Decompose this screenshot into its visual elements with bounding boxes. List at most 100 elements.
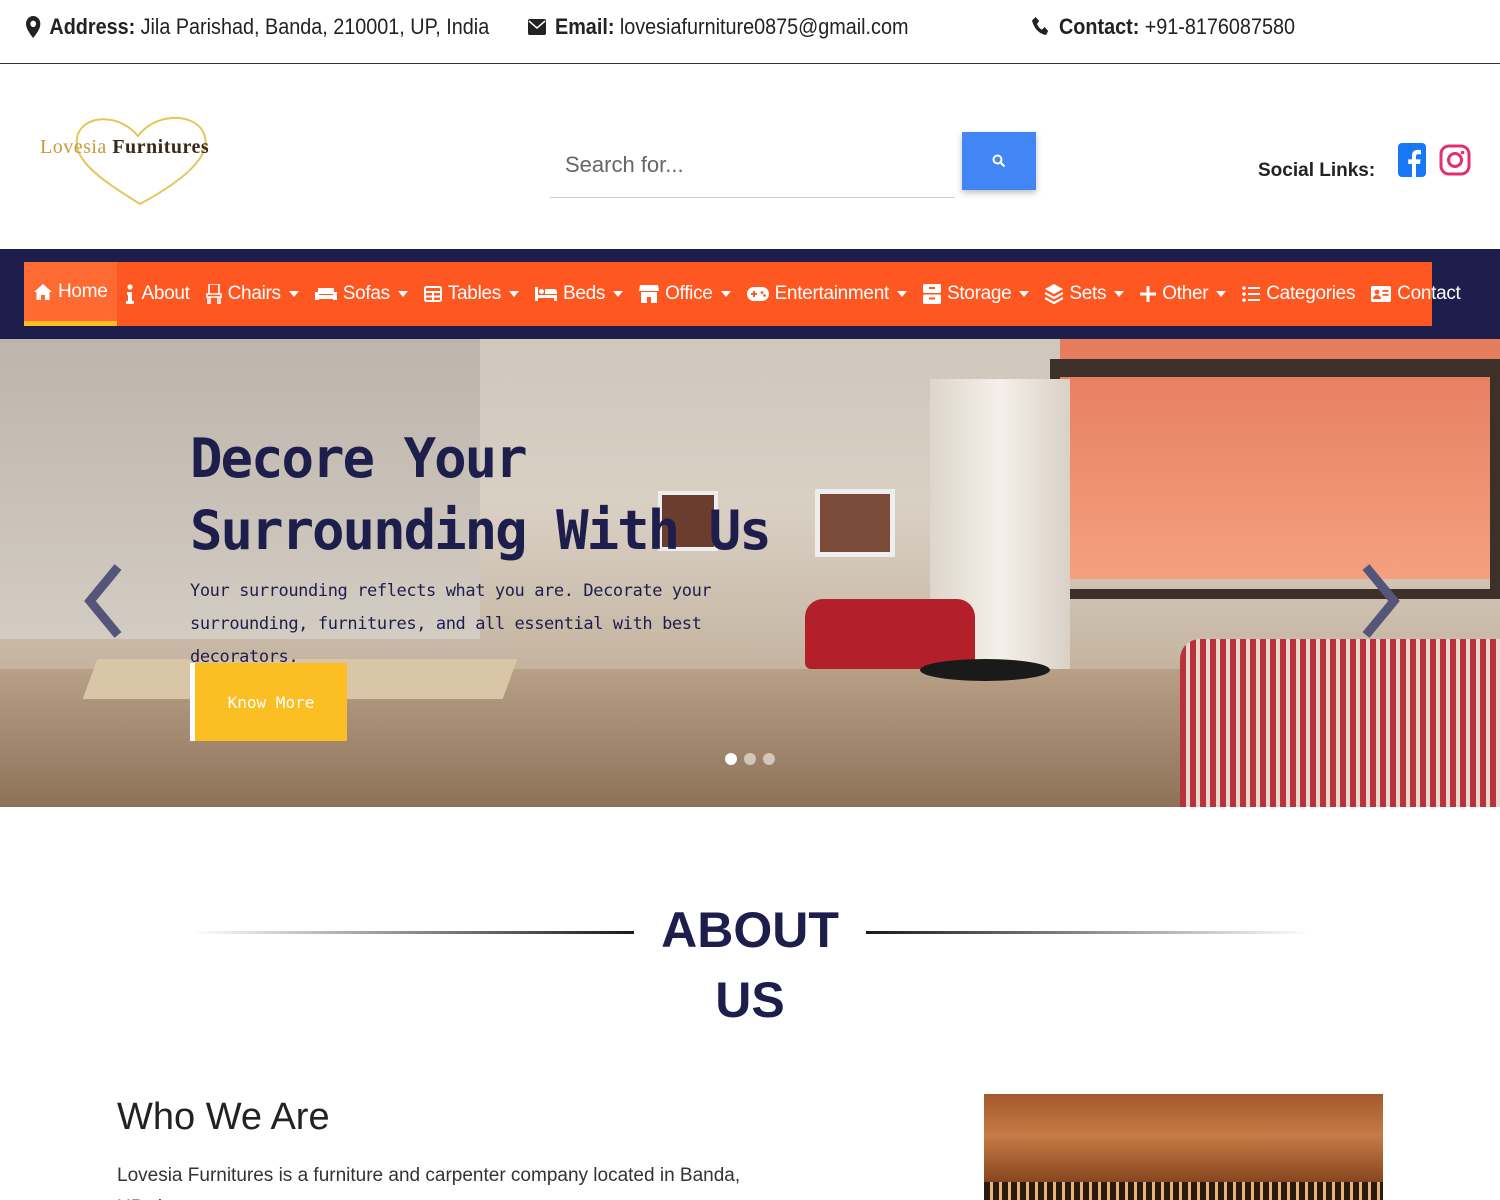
layers-icon	[1045, 284, 1064, 304]
divider-left	[190, 931, 634, 934]
about-heading-section: ABOUT US	[190, 895, 1310, 1028]
nav-label: Sofas	[342, 283, 390, 304]
store-icon	[639, 285, 660, 303]
address-info: Address: Jila Parishad, Banda, 210001, U…	[26, 14, 489, 40]
search-icon	[992, 154, 1006, 168]
nav-label: About	[141, 283, 190, 304]
email-label: Email:	[555, 14, 615, 39]
chevron-down-icon	[1019, 291, 1030, 297]
contact-label: Contact:	[1059, 14, 1140, 39]
carousel-dot[interactable]	[763, 753, 775, 765]
nav-item-sets[interactable]: Sets	[1037, 262, 1132, 326]
nav-label: Sets	[1069, 283, 1107, 304]
chevron-down-icon	[288, 291, 299, 297]
nav-item-beds[interactable]: Beds	[527, 262, 631, 326]
bed-icon	[534, 287, 557, 301]
nav-item-other[interactable]: Other	[1132, 262, 1234, 326]
search-button[interactable]	[962, 132, 1036, 190]
know-more-button[interactable]: Know More	[190, 663, 347, 741]
nav-label: Home	[58, 280, 108, 302]
carousel-prev-button[interactable]	[84, 563, 124, 639]
list-icon	[1242, 286, 1261, 302]
nav-label: Tables	[447, 283, 501, 304]
nav-item-about[interactable]: About	[117, 262, 197, 326]
logo-text-a: Lovesia	[40, 136, 107, 158]
couch-icon	[314, 288, 337, 300]
address-label: Address:	[49, 14, 136, 39]
about-image	[984, 1094, 1383, 1200]
nav-item-entertainment[interactable]: Entertainment	[739, 262, 915, 326]
chevron-down-icon	[1216, 291, 1227, 297]
main-nav: Home About Chairs Sofas Tables Beds Offi…	[24, 262, 1461, 326]
envelope-icon	[528, 19, 546, 35]
chevron-right-icon	[1362, 564, 1400, 638]
instagram-link[interactable]	[1439, 141, 1471, 179]
hero-bg-window-frame	[1050, 359, 1500, 599]
divider-right	[866, 931, 1310, 934]
chevron-down-icon	[896, 291, 907, 297]
address-card-icon	[1371, 286, 1392, 302]
about-image-detail	[984, 1182, 1383, 1200]
logo-text-b: Furnitures	[112, 136, 210, 158]
nav-item-office[interactable]: Office	[631, 262, 738, 326]
carousel-dot[interactable]	[725, 753, 737, 765]
nav-label: Entertainment	[774, 283, 890, 304]
chair-icon	[205, 284, 222, 304]
social-links: Social Links:	[1258, 138, 1471, 182]
heart-logo-icon	[75, 117, 207, 206]
home-icon	[34, 283, 52, 300]
nav-label: Contact	[1397, 283, 1461, 304]
hero-bg-sofa	[1180, 639, 1500, 807]
table-icon	[423, 286, 442, 302]
search-input[interactable]	[550, 132, 955, 198]
facebook-icon	[1398, 143, 1427, 177]
address-text: Jila Parishad, Banda, 210001, UP, India	[140, 14, 490, 39]
map-marker-icon	[26, 16, 41, 38]
carousel-indicators	[725, 753, 782, 765]
chevron-down-icon	[397, 291, 408, 297]
hero-title: Decore Your Surrounding With Us	[190, 427, 772, 562]
chevron-down-icon	[508, 291, 519, 297]
hero-bg-coffee-table	[920, 659, 1050, 681]
nav-item-sofas[interactable]: Sofas	[307, 262, 416, 326]
chevron-left-icon	[84, 564, 122, 638]
chevron-down-icon	[720, 291, 731, 297]
plus-icon	[1140, 286, 1157, 302]
about-heading: ABOUT US	[661, 902, 839, 1028]
who-we-are-text: Lovesia Furnitures is a furniture and ca…	[117, 1165, 741, 1200]
facebook-link[interactable]	[1397, 141, 1427, 179]
who-we-are-title: Who We Are	[117, 1096, 330, 1138]
nav-label: Categories	[1266, 283, 1356, 304]
contact-phone[interactable]: +91-8176087580	[1145, 14, 1295, 40]
carousel-dot[interactable]	[744, 753, 756, 765]
nav-item-home[interactable]: Home	[24, 262, 118, 326]
social-label: Social Links:	[1258, 160, 1376, 181]
top-info-bar: Address: Jila Parishad, Banda, 210001, U…	[0, 0, 1500, 64]
nav-item-storage[interactable]: Storage	[915, 262, 1037, 326]
hero-carousel: Decore Your Surrounding With Us Your sur…	[0, 339, 1500, 807]
contact-info[interactable]: Contact: +91-8176087580	[1032, 14, 1295, 40]
nav-item-categories[interactable]: Categories	[1234, 262, 1363, 326]
phone-icon	[1032, 17, 1049, 35]
archive-icon	[922, 284, 941, 304]
email-info[interactable]: Email: lovesiafurniture0875@gmail.com	[528, 14, 908, 40]
instagram-icon	[1439, 144, 1471, 176]
nav-label: Office	[665, 283, 713, 304]
nav-item-tables[interactable]: Tables	[416, 262, 527, 326]
info-icon	[126, 284, 135, 304]
nav-label: Beds	[562, 283, 606, 304]
site-logo[interactable]: Lovesia Furnitures	[38, 112, 248, 208]
gamepad-icon	[746, 287, 769, 301]
nav-label: Other	[1162, 283, 1209, 304]
email-link[interactable]: lovesiafurniture0875@gmail.com	[620, 14, 909, 40]
logo-text: Lovesia Furnitures	[40, 136, 209, 159]
chevron-down-icon	[1114, 291, 1125, 297]
nav-item-contact[interactable]: Contact	[1363, 262, 1468, 326]
carousel-next-button[interactable]	[1360, 563, 1400, 639]
chevron-down-icon	[613, 291, 624, 297]
hero-text: Your surrounding reflects what you are. …	[190, 581, 712, 667]
nav-label: Chairs	[227, 283, 281, 304]
nav-item-chairs[interactable]: Chairs	[198, 262, 307, 326]
hero-bg-armchair	[805, 599, 975, 669]
nav-label: Storage	[946, 283, 1012, 304]
